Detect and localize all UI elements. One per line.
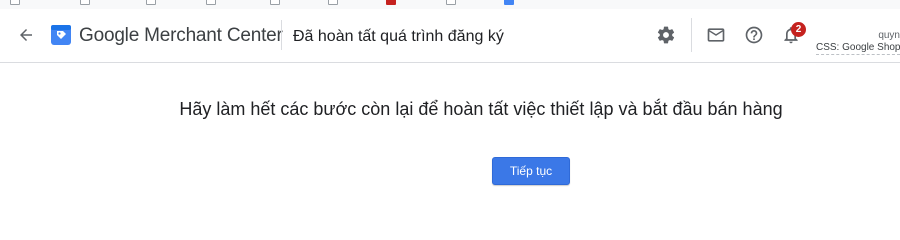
app-header: Google Merchant Center Đã hoàn tất quá t… [0, 9, 900, 63]
account-subtitle[interactable]: CSS: Google Shopping [816, 41, 900, 55]
bookmark-icon[interactable] [206, 0, 216, 5]
bookmark-icon[interactable] [328, 0, 338, 5]
help-icon [745, 26, 763, 44]
bookmark-icon[interactable] [504, 0, 514, 5]
bookmark-icon[interactable] [270, 0, 280, 5]
bookmark-icon[interactable] [146, 0, 156, 5]
divider [281, 20, 282, 50]
mail-icon [707, 28, 725, 42]
mail-button[interactable] [704, 23, 728, 47]
back-button[interactable] [14, 23, 38, 47]
help-button[interactable] [742, 23, 766, 47]
notification-badge: 2 [791, 22, 806, 37]
bookmarks-bar [0, 0, 900, 9]
bookmark-icon[interactable] [80, 0, 90, 5]
setup-message: Hãy làm hết các bước còn lại để hoàn tất… [179, 99, 783, 119]
divider [691, 18, 692, 52]
settings-button[interactable] [654, 23, 678, 47]
page-title: Đã hoàn tất quá trình đăng ký [293, 28, 504, 45]
continue-button[interactable]: Tiếp tục [492, 157, 570, 185]
bookmark-icon[interactable] [10, 0, 20, 5]
bookmark-icon[interactable] [446, 0, 456, 5]
merchant-center-logo [51, 25, 71, 45]
bookmark-icon[interactable] [386, 0, 396, 5]
gear-icon [657, 26, 675, 44]
app-title: Google Merchant Center [79, 25, 283, 46]
arrow-back-icon [20, 29, 32, 41]
